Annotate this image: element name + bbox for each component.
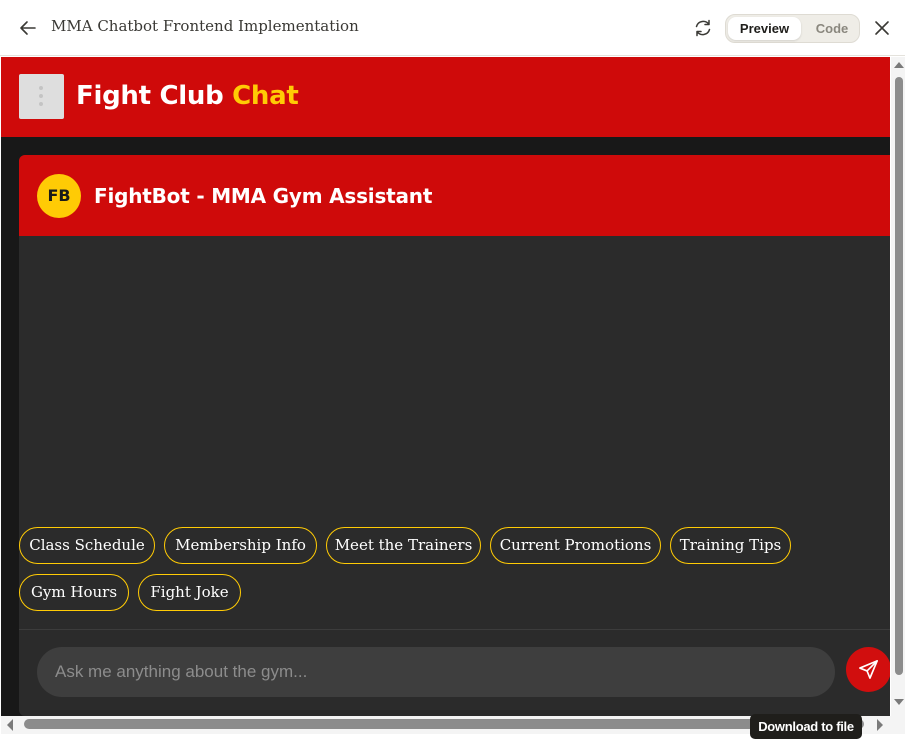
quick-replies: Class Schedule Membership Info Meet the …: [19, 527, 890, 627]
quick-reply-gym-hours[interactable]: Gym Hours: [19, 574, 129, 611]
quick-reply-class-schedule[interactable]: Class Schedule: [19, 527, 155, 564]
back-button[interactable]: [16, 16, 40, 40]
quick-reply-membership-info[interactable]: Membership Info: [164, 527, 317, 564]
send-icon: [859, 660, 878, 679]
preview-tab[interactable]: Preview: [728, 17, 801, 40]
vertical-scrollbar[interactable]: [891, 57, 905, 716]
scroll-left-arrow-icon[interactable]: [7, 719, 13, 731]
horizontal-scroll-thumb[interactable]: [24, 719, 864, 729]
bot-title: FightBot - MMA Gym Assistant: [94, 184, 433, 208]
scroll-right-arrow-icon[interactable]: [877, 719, 883, 731]
chat-header: FB FightBot - MMA Gym Assistant: [19, 155, 890, 236]
close-icon: [875, 21, 889, 35]
quick-reply-training-tips[interactable]: Training Tips: [670, 527, 791, 564]
scroll-down-arrow-icon[interactable]: [894, 699, 904, 705]
scroll-up-arrow-icon[interactable]: [894, 62, 904, 68]
brand-main: Fight Club: [76, 81, 224, 111]
message-list: [19, 236, 890, 526]
quick-reply-fight-joke[interactable]: Fight Joke: [138, 574, 241, 611]
menu-button[interactable]: [19, 74, 64, 119]
download-tooltip: Download to file: [750, 714, 862, 739]
brand-accent: Chat: [232, 81, 299, 111]
bot-avatar: FB: [37, 174, 81, 218]
preview-code-toggle: Preview Code: [725, 14, 860, 43]
send-button[interactable]: [846, 647, 890, 692]
app-header: Fight Club Chat: [1, 57, 890, 137]
code-tab[interactable]: Code: [806, 17, 858, 40]
input-divider: [19, 629, 890, 630]
vertical-dots-icon: [39, 86, 43, 107]
close-button[interactable]: [872, 18, 892, 38]
quick-reply-meet-trainers[interactable]: Meet the Trainers: [326, 527, 481, 564]
artifact-title: MMA Chatbot Frontend Implementation: [51, 17, 359, 35]
arrow-left-icon: [20, 21, 36, 35]
refresh-button[interactable]: [692, 17, 714, 39]
message-input[interactable]: [37, 647, 835, 697]
app-brand: Fight Club Chat: [76, 81, 299, 111]
vertical-scroll-thumb[interactable]: [895, 77, 903, 675]
preview-viewport: Fight Club Chat FB FightBot - MMA Gym As…: [1, 57, 890, 716]
refresh-icon: [695, 19, 711, 37]
artifact-header: MMA Chatbot Frontend Implementation Prev…: [0, 0, 905, 56]
quick-reply-current-promotions[interactable]: Current Promotions: [490, 527, 661, 564]
chat-panel: FB FightBot - MMA Gym Assistant Class Sc…: [19, 155, 890, 716]
